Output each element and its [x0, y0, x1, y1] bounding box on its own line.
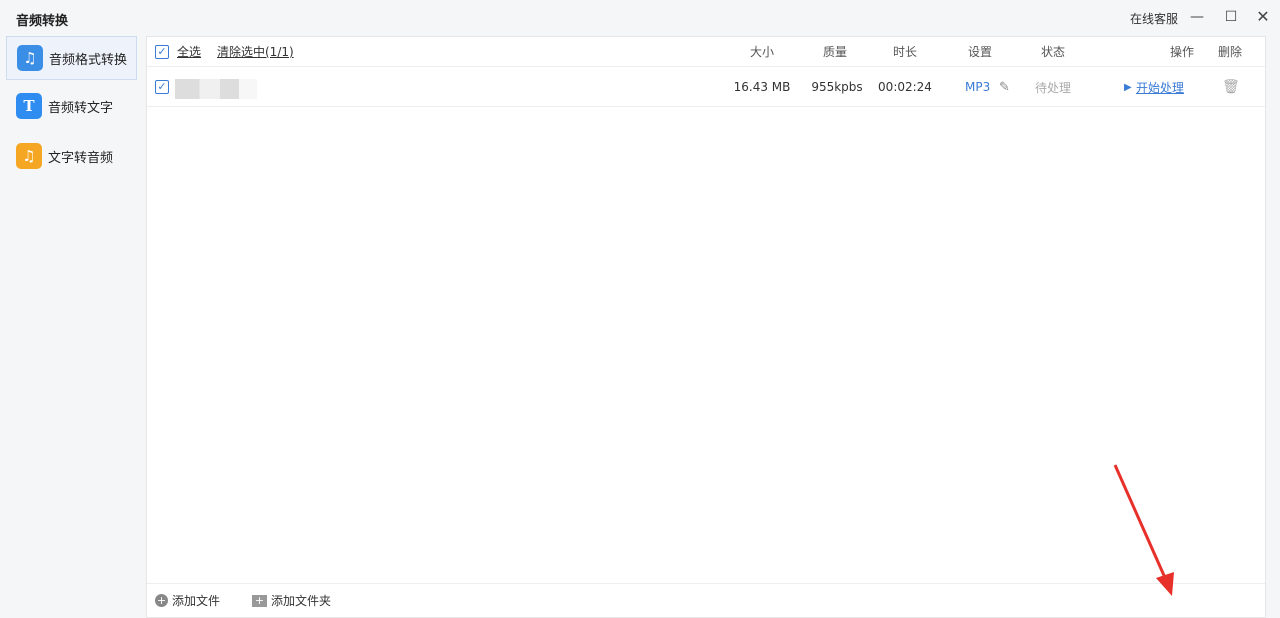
sidebar-item-audio-to-text[interactable]: T 音频转文字 — [6, 84, 137, 128]
column-status: 状态 — [1040, 45, 1065, 59]
minimize-button[interactable]: — — [1186, 6, 1208, 28]
online-service-link[interactable]: 在线客服 — [1130, 10, 1178, 27]
file-duration: 00:02:24 — [878, 80, 932, 94]
file-list-panel: ✓ 全选 清除选中(1/1) 大小 质量 时长 设置 状态 操作 删除 ✓ 16… — [146, 36, 1266, 618]
app-title: 音频转换 — [16, 14, 69, 29]
column-delete: 删除 — [1217, 45, 1242, 59]
format-select[interactable]: MP3 — [965, 68, 990, 106]
text-to-audio-icon: ♫ — [16, 143, 42, 169]
sidebar-item-label: 音频格式转换 — [49, 52, 128, 68]
sidebar-item-label: 文字转音频 — [48, 150, 114, 166]
select-all-link[interactable]: 全选 — [177, 43, 201, 60]
column-quality: 质量 — [822, 45, 847, 59]
file-name-blurred — [175, 79, 257, 99]
play-icon: ▶ — [1124, 81, 1132, 93]
table-header: ✓ 全选 清除选中(1/1) 大小 质量 时长 设置 状态 操作 删除 — [147, 37, 1265, 67]
plus-circle-icon: + — [155, 594, 168, 607]
table-row: ✓ 16.43 MB 955kpbs 00:02:24 MP3 ✎ 待处理 ▶ … — [147, 68, 1265, 107]
add-folder-button[interactable]: + 添加文件夹 — [252, 592, 331, 609]
file-quality: 955kpbs — [811, 80, 863, 94]
add-file-label: 添加文件 — [172, 594, 221, 608]
sidebar-item-audio-format-convert[interactable]: ♫ 音频格式转换 — [6, 36, 137, 80]
title-bar: 音频转换 在线客服 — ☐ ✕ — [0, 0, 1280, 36]
select-all-checkbox[interactable]: ✓ — [155, 44, 169, 59]
edit-icon[interactable]: ✎ — [999, 68, 1010, 106]
red-arrow-annotation — [1113, 464, 1174, 596]
column-settings: 设置 — [967, 45, 992, 59]
add-file-button[interactable]: + 添加文件 — [155, 592, 220, 609]
sidebar-item-label: 音频转文字 — [48, 100, 114, 116]
start-process-link[interactable]: 开始处理 — [1136, 68, 1184, 106]
footer-toolbar: + 添加文件 + 添加文件夹 — [147, 583, 1265, 617]
file-size: 16.43 MB — [733, 80, 791, 94]
clear-selection-link[interactable]: 清除选中(1/1) — [217, 43, 294, 60]
row-checkbox[interactable]: ✓ — [155, 80, 169, 94]
add-folder-label: 添加文件夹 — [271, 594, 332, 608]
column-size: 大小 — [749, 45, 774, 59]
sidebar-item-text-to-audio[interactable]: ♫ 文字转音频 — [6, 134, 137, 178]
close-button[interactable]: ✕ — [1252, 6, 1274, 28]
music-convert-icon: ♫ — [17, 45, 43, 71]
column-duration: 时长 — [892, 45, 917, 59]
audio-to-text-icon: T — [16, 93, 42, 119]
folder-plus-icon: + — [252, 594, 268, 607]
status-text: 待处理 — [1034, 80, 1071, 95]
trash-icon[interactable]: 🗑 — [1222, 68, 1240, 106]
maximize-button[interactable]: ☐ — [1220, 6, 1242, 28]
